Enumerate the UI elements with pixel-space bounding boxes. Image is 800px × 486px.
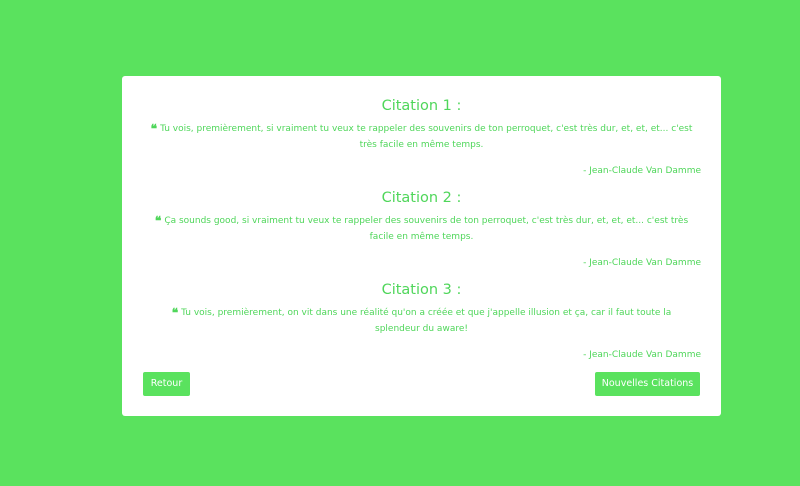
citation-block-3: Citation 3 : ❝ Tu vois, premièrement, on … <box>142 281 701 361</box>
citations-card: Citation 1 : ❝ Tu vois, premièrement, si … <box>122 76 721 416</box>
citation-text: Tu vois, premièrement, si vraiment tu ve… <box>160 124 693 150</box>
citation-block-2: Citation 2 : ❝ Ça sounds good, si vraimen… <box>142 189 701 269</box>
quote-left-icon: ❝ <box>150 122 158 136</box>
citation-author: - Jean-Claude Van Damme <box>583 350 701 360</box>
citation-text: Tu vois, premièrement, on vit dans une r… <box>181 308 672 334</box>
citation-text-container: ❝ Tu vois, premièrement, on vit dans une … <box>142 305 701 337</box>
citation-author: - Jean-Claude Van Damme <box>583 258 701 268</box>
citation-text: Ça sounds good, si vraiment tu veux te r… <box>164 216 689 242</box>
citation-block-1: Citation 1 : ❝ Tu vois, premièrement, si … <box>142 97 701 177</box>
citation-text-container: ❝ Tu vois, premièrement, si vraiment tu v… <box>142 121 701 153</box>
citation-author: - Jean-Claude Van Damme <box>583 166 701 176</box>
citation-title: Citation 1 : <box>381 98 462 114</box>
nouvelles-citations-button[interactable]: Nouvelles Citations <box>595 372 700 396</box>
retour-button[interactable]: Retour <box>143 372 190 396</box>
quote-left-icon: ❝ <box>154 214 162 228</box>
citation-text-container: ❝ Ça sounds good, si vraiment tu veux te … <box>142 213 701 245</box>
citation-title: Citation 2 : <box>381 190 462 206</box>
quote-left-icon: ❝ <box>171 306 179 320</box>
citation-title: Citation 3 : <box>381 282 462 298</box>
